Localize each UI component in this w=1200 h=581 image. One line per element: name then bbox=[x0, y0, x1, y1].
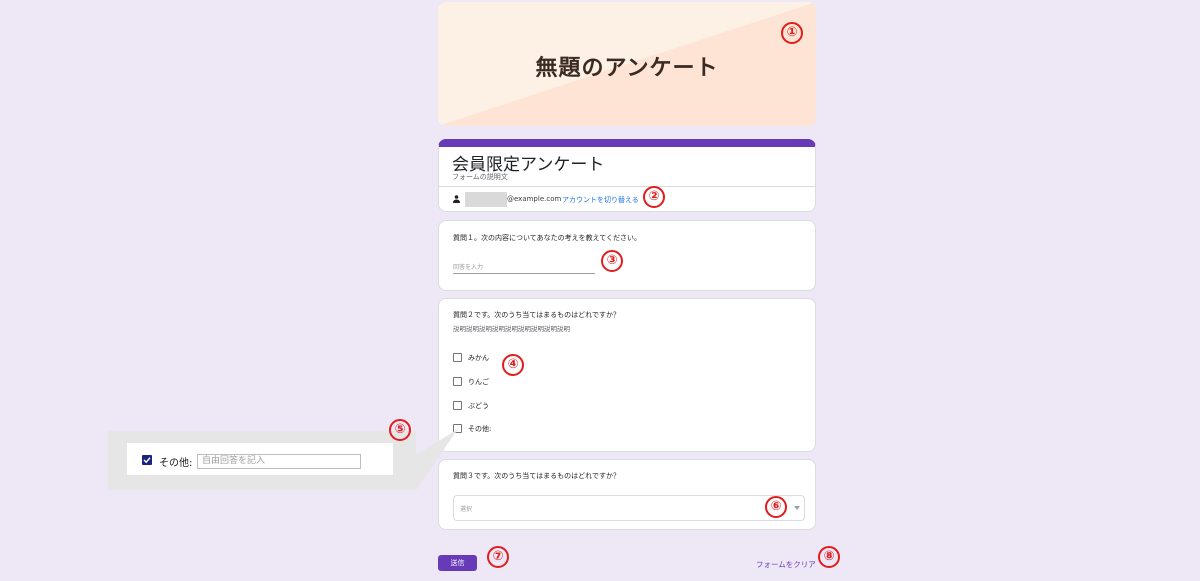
other-label: その他: bbox=[159, 458, 193, 469]
annotation-marker-4: ④ bbox=[502, 354, 524, 376]
other-free-text-input[interactable]: 自由回答を記入 bbox=[197, 454, 361, 469]
annotation-marker-8: ⑧ bbox=[818, 546, 840, 568]
annotation-marker-1: ① bbox=[781, 22, 803, 44]
annotation-marker-2: ② bbox=[643, 186, 665, 208]
callout-other-option-preview: その他: 自由回答を記入 bbox=[127, 443, 393, 475]
annotation-marker-6: ⑥ bbox=[765, 496, 787, 518]
annotation-marker-3: ③ bbox=[601, 250, 623, 272]
annotation-marker-5: ⑤ bbox=[389, 419, 411, 441]
checkmark-icon bbox=[143, 457, 151, 464]
checkbox-checked[interactable] bbox=[142, 455, 152, 465]
annotation-marker-7: ⑦ bbox=[487, 546, 509, 568]
callout-pointer bbox=[416, 429, 458, 490]
